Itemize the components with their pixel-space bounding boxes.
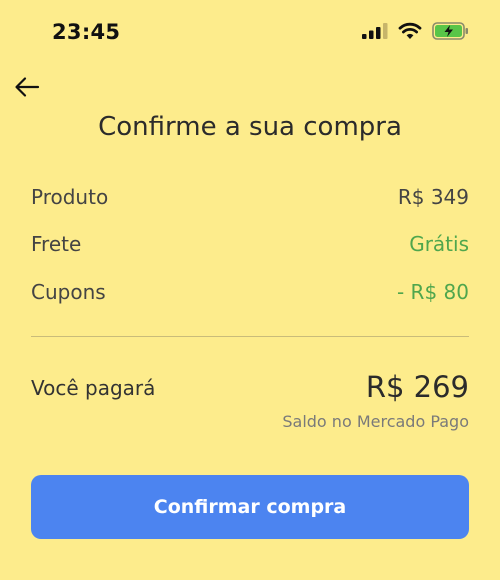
summary-label: Cupons [31, 280, 106, 304]
summary-row-coupons: Cupons - R$ 80 [31, 280, 469, 304]
summary-row-product: Produto R$ 349 [31, 185, 469, 209]
total-amount: R$ 269 [365, 370, 469, 404]
back-arrow-icon[interactable] [12, 72, 42, 102]
summary-value: R$ 349 [397, 185, 469, 209]
confirm-purchase-button[interactable]: Confirmar compra [31, 475, 469, 539]
total-label: Você pagará [31, 376, 156, 400]
summary-value: Grátis [409, 232, 469, 256]
status-time: 23:45 [52, 20, 121, 44]
summary-label: Frete [31, 232, 82, 256]
summary-value: - R$ 80 [396, 280, 469, 304]
summary-label: Produto [31, 185, 109, 209]
divider [31, 336, 469, 337]
payment-method-caption: Saldo no Mercado Pago [282, 412, 469, 431]
status-bar: 23:45 [0, 0, 500, 64]
signal-icon [362, 23, 388, 43]
page-title: Confirme a sua compra [98, 112, 402, 142]
summary-row-shipping: Frete Grátis [31, 232, 469, 256]
wifi-icon [398, 22, 422, 44]
status-icons [362, 22, 470, 44]
battery-charging-icon [432, 22, 470, 44]
